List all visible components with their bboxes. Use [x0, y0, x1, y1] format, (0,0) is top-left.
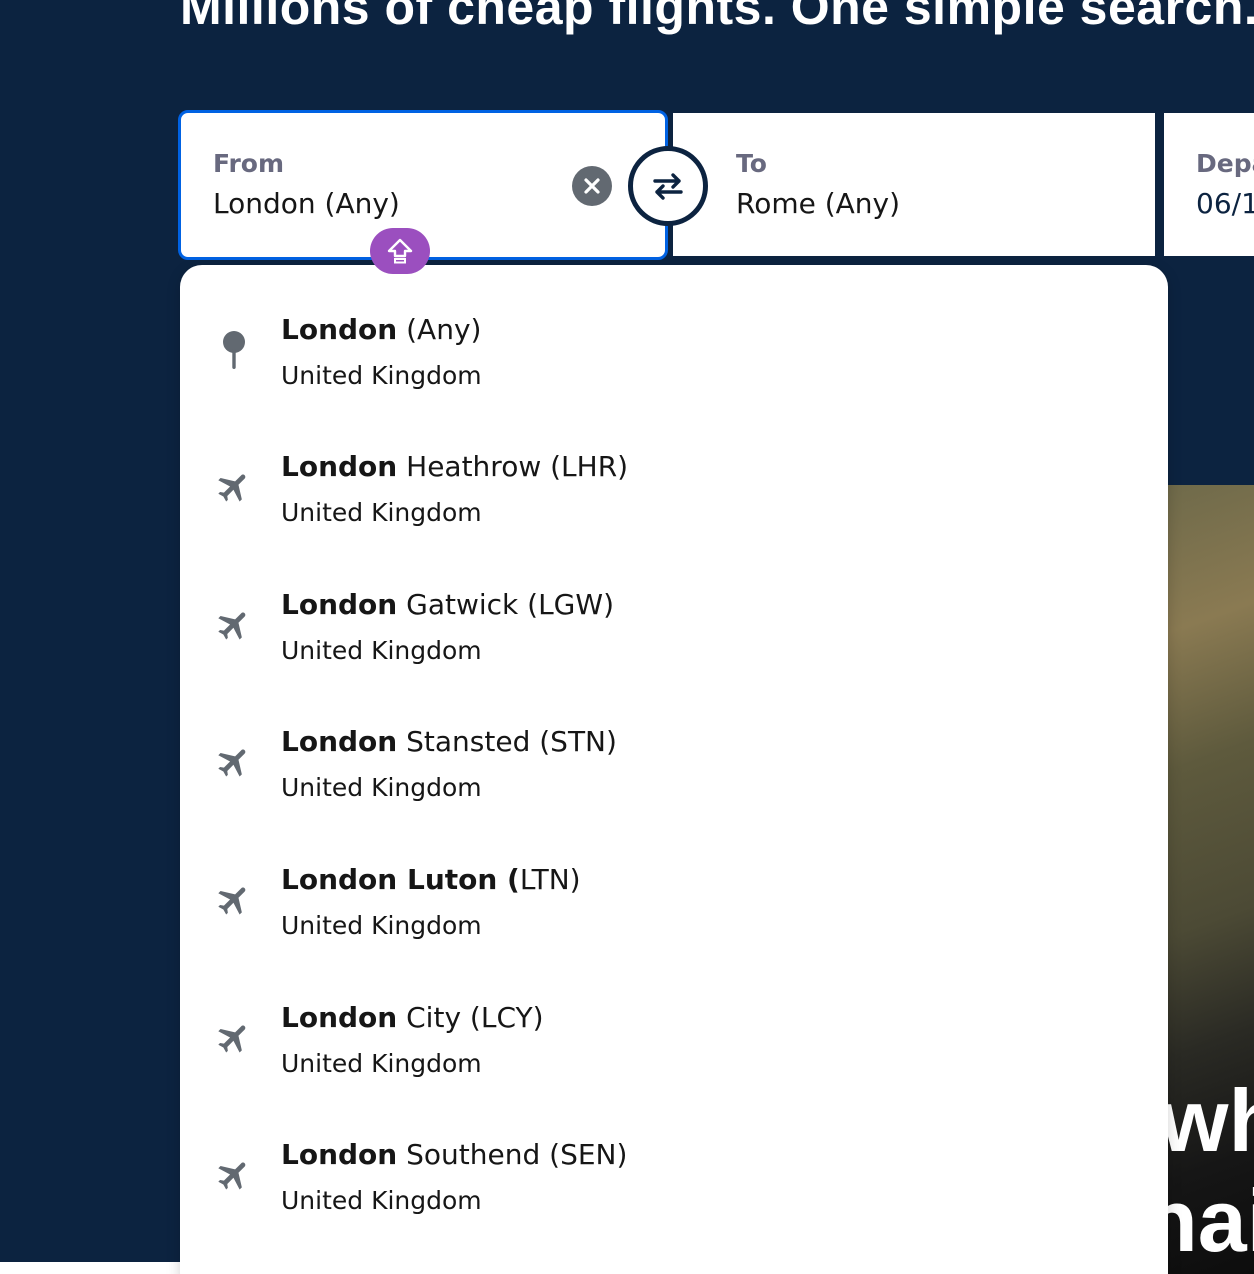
swap-arrows-icon — [651, 170, 685, 202]
to-value: Rome (Any) — [736, 187, 901, 220]
from-value[interactable]: London (Any) — [213, 187, 400, 220]
to-field[interactable]: To Rome (Any) — [673, 113, 1155, 256]
suggestion-option[interactable]: London Gatwick (LGW) United Kingdom — [180, 556, 1168, 693]
swap-locations-button[interactable] — [628, 146, 708, 226]
depart-value: 06/1 — [1196, 187, 1254, 220]
plane-icon — [212, 1153, 256, 1197]
keyboard-shortcut-badge — [370, 228, 430, 274]
suggestion-title: London Heathrow (LHR) — [281, 450, 629, 483]
suggestion-option[interactable]: London Luton (LTN) United Kingdom — [180, 831, 1168, 968]
suggestion-title: London City (LCY) — [281, 1001, 544, 1034]
suggestion-option[interactable]: London Southend (SEN) United Kingdom — [180, 1106, 1168, 1243]
plane-icon — [212, 1016, 256, 1060]
suggestion-country: United Kingdom — [281, 773, 482, 802]
from-suggestions-dropdown: London (Any) United Kingdom London Heath… — [180, 265, 1168, 1274]
location-pin-icon — [212, 328, 256, 372]
suggestion-option[interactable]: London (Any) United Kingdom — [180, 281, 1168, 418]
suggestion-country: United Kingdom — [281, 1186, 482, 1215]
hero-headline: Millions of cheap flights. One simple se… — [180, 0, 1254, 35]
shift-arrow-up-icon — [385, 236, 415, 266]
plane-icon — [212, 878, 256, 922]
suggestion-title: London Stansted (STN) — [281, 725, 617, 758]
plane-icon — [212, 740, 256, 784]
clear-from-button[interactable] — [572, 166, 612, 206]
suggestion-country: United Kingdom — [281, 636, 482, 665]
depart-field[interactable]: Depart 06/1 — [1164, 113, 1254, 256]
suggestion-title: London Luton (LTN) — [281, 863, 581, 896]
suggestion-option[interactable]: London Stansted (STN) United Kingdom — [180, 693, 1168, 830]
depart-label: Depart — [1196, 149, 1254, 178]
promo-text-line-2: hai — [1168, 1171, 1254, 1270]
suggestion-title: London (Any) — [281, 313, 482, 346]
suggestion-option[interactable]: London Heathrow (LHR) United Kingdom — [180, 418, 1168, 555]
promo-text-line-1: wh — [1168, 1071, 1254, 1170]
suggestion-country: United Kingdom — [281, 361, 482, 390]
close-icon — [583, 177, 601, 195]
from-label: From — [213, 149, 285, 178]
promo-image: wh hai — [1168, 485, 1254, 1274]
suggestion-country: United Kingdom — [281, 498, 482, 527]
suggestion-country: United Kingdom — [281, 1049, 482, 1078]
to-label: To — [736, 149, 767, 178]
suggestion-title: London Southend (SEN) — [281, 1138, 628, 1171]
suggestion-option[interactable]: London City (LCY) United Kingdom — [180, 969, 1168, 1106]
plane-icon — [212, 603, 256, 647]
suggestion-country: United Kingdom — [281, 911, 482, 940]
plane-icon — [212, 465, 256, 509]
suggestion-title: London Gatwick (LGW) — [281, 588, 614, 621]
